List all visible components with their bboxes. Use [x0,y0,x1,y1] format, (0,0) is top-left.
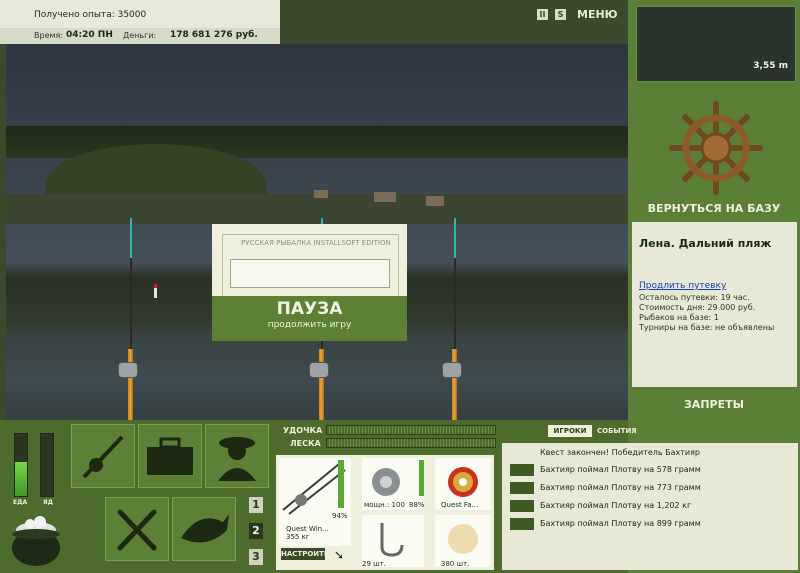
rod-blank [454,258,456,354]
list-item: Бахтияр поймал Плотву на 773 грамм [502,479,798,497]
rod-weight: 355 кг [286,533,310,541]
event-text: Бахтияр поймал Плотву на 899 грамм [540,519,701,528]
rod-name: Quest Win... [286,525,329,533]
reel-durability: 88% [409,501,425,509]
list-item: Бахтияр поймал Плотву на 1,202 кг [502,497,798,515]
poison-bar [40,433,54,497]
hook-icon [380,523,404,557]
rod-tension-label: УДОЧКА [283,426,323,435]
sound-button[interactable]: S [555,9,566,20]
rod-tip [130,218,132,258]
resume-button[interactable]: продолжить игру [212,320,407,330]
rod-1[interactable] [128,349,133,420]
day-cost: Стоимость дня: 29 000 руб. [639,303,756,312]
float-icon [154,284,157,298]
dialog-input-box [230,259,390,288]
riverbank [6,194,628,224]
fisherman-icon [218,437,256,481]
time-value: 04:20 ПН [66,30,113,40]
food-bar [14,433,28,497]
location-panel: Лена. Дальний пляж Продлить путевку Оста… [632,222,797,387]
event-text: Бахтияр поймал Плотву на 1,202 кг [540,501,692,510]
fishers-count: Рыбаков на базе: 1 [639,313,719,322]
list-item: Бахтияр поймал Плотву на 899 грамм [502,515,798,533]
tab-events[interactable]: СОБЫТИЯ [597,425,637,437]
pause-button[interactable]: II [537,9,548,20]
bait-icon [448,524,478,554]
slot-1-button[interactable]: 1 [249,497,263,513]
fork-knife-icon [117,509,157,551]
event-text: Бахтияр поймал Плотву на 773 грамм [540,483,701,492]
bans-button[interactable]: ЗАПРЕТЫ [630,398,798,411]
slot-3-button[interactable]: 3 [249,549,263,565]
location-name: Лена. Дальний пляж [639,237,772,250]
rod-tension-bar [326,425,496,435]
slot-2-button[interactable]: 2 [249,523,263,539]
line-name: Quest Fa... [441,501,479,509]
rod-3[interactable] [452,349,457,420]
rod-durability: 94% [332,512,348,520]
reel-durability-bar [419,460,424,496]
rod-blank [130,258,132,354]
game-edition-label: РУССКАЯ РЫБАЛКА INSTALLSOFT EDITION [238,239,394,247]
line-tension-bar [326,438,496,448]
status-panel: Получено опыта: 35000 Время: 04:20 ПН Де… [0,0,280,44]
fish-icon [510,482,534,494]
hook-count: 29 шт. [362,560,386,568]
food-label: ЕДА [13,499,28,506]
fish-icon [510,500,534,512]
money-value: 178 681 276 руб. [170,30,258,40]
fish-icon [510,518,534,530]
fish-keeper-button[interactable] [172,497,236,561]
food-button[interactable] [105,497,169,561]
reel-icon [118,362,138,378]
pause-title[interactable]: ПАУЗА [212,299,407,319]
menu-button[interactable]: МЕНЮ [577,8,618,21]
reel-power: мощн.: 100 [364,501,405,509]
tournaments-info: Турниры на базе: не объявлены [639,323,775,332]
events-panel: Квест закончен! Победитель Бахтияр Бахти… [502,443,798,570]
rod-2[interactable] [319,349,324,420]
reel-icon [372,468,400,496]
fishing-line-spool-icon [448,467,478,497]
arrow-down-right-icon[interactable]: ➘ [334,548,344,562]
house [314,190,328,198]
house [426,196,444,206]
reel-icon [309,362,329,378]
poison-label: ЯД [43,499,53,506]
time-label: Время: [34,31,64,40]
permit-remaining: Осталось путевки: 19 час. [639,293,750,302]
tackle-box-button[interactable] [138,424,202,488]
event-text: Бахтияр поймал Плотву на 578 грамм [540,465,701,474]
fish-icon [510,464,534,476]
setup-button[interactable]: НАСТРОИТЬ [281,548,329,560]
cauldron-icon[interactable] [10,510,62,568]
status-row: Время: 04:20 ПН Деньги: 178 681 276 руб. [0,28,280,44]
pause-dialog: РУССКАЯ РЫБАЛКА INSTALLSOFT EDITION ПАУЗ… [212,224,407,341]
list-item: Квест закончен! Победитель Бахтияр [502,444,798,462]
tackle-button[interactable] [71,424,135,488]
list-item: Бахтияр поймал Плотву на 578 грамм [502,461,798,479]
ship-wheel-icon[interactable] [668,100,764,196]
return-to-base-button[interactable]: ВЕРНУТЬСЯ НА БАЗУ [630,202,798,215]
extend-permit-link[interactable]: Продлить путевку [639,281,726,291]
reel-icon [442,362,462,378]
experience-text: Получено опыта: 35000 [34,10,147,20]
fisherman-button[interactable] [205,424,269,488]
money-label: Деньги: [123,31,157,40]
tackle-box-icon [147,437,193,475]
house [374,192,396,202]
tab-players[interactable]: ИГРОКИ [548,425,592,437]
event-text: Квест закончен! Победитель Бахтияр [540,448,700,457]
bait-count: 380 шт. [441,560,470,568]
food-bar-fill [15,461,27,496]
rod-tip [454,218,456,258]
line-tension-label: ЛЕСКА [290,439,321,448]
depth-value: 3,55 m [753,61,788,71]
rod-icon [82,435,124,479]
rod-durability-bar [338,460,344,508]
fish-icon [181,514,229,543]
